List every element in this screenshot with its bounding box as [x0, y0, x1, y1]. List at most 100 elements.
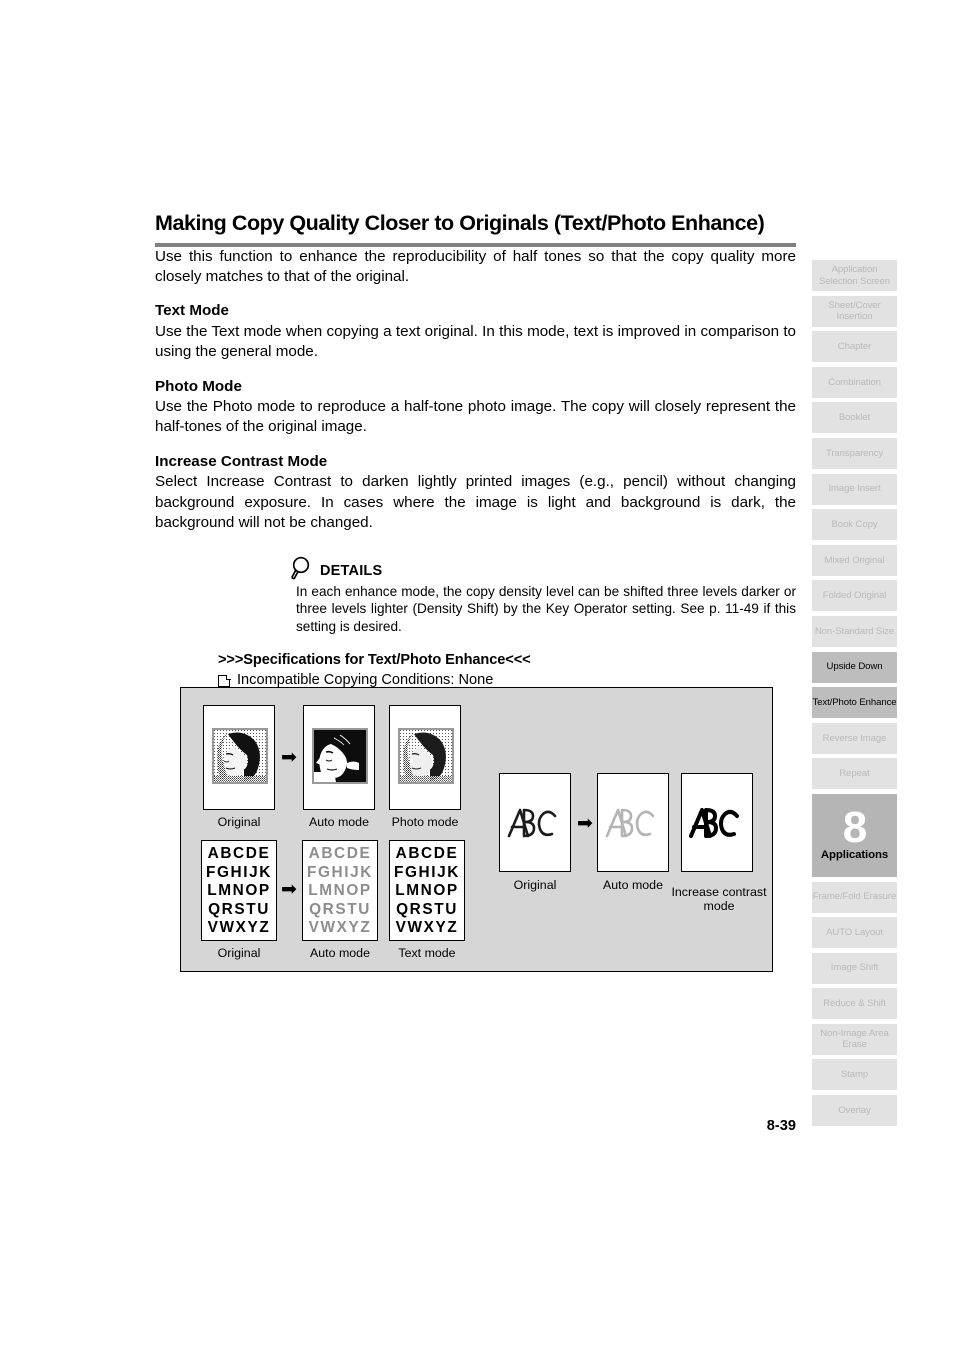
halftone-photo-original [212, 728, 268, 784]
specifications-item: Incompatible Copying Conditions: None [218, 672, 796, 688]
sidebar-tab-image-shift[interactable]: Image Shift [812, 952, 897, 984]
sidebar-tab-application-selection-screen[interactable]: Application Selection Screen [812, 260, 897, 291]
chapter-number: 8 [842, 802, 868, 852]
sidebar-tab-book-copy[interactable]: Book Copy [812, 509, 897, 541]
document-content: Making Copy Quality Closer to Originals … [155, 211, 796, 688]
intro-paragraph: Use this function to enhance the reprodu… [155, 247, 796, 286]
figure-card-alpha-original: ABCDE FGHIJK LMNOP QRSTU VWXYZ [201, 840, 277, 941]
sidebar-tab-label: Folded Original [822, 590, 887, 602]
alpha-line: FGHIJK [205, 863, 273, 881]
sidebar-tab-label: Image Insert [828, 483, 881, 495]
alpha-line: LMNOP [308, 882, 372, 899]
details-header: DETAILS [290, 556, 796, 580]
sidebar-tab-overlay[interactable]: Overlay [812, 1095, 897, 1127]
specifications-item-text: Incompatible Copying Conditions: None [237, 672, 494, 689]
arrow-icon: ➡ [281, 878, 297, 900]
figure-caption: Original [513, 878, 557, 892]
portrait-halftone-photo-mode [400, 730, 452, 782]
section-heading: Photo Mode [155, 377, 242, 395]
handwritten-abc-original [507, 808, 557, 838]
sidebar-tab-frame-fold-erasure[interactable]: Frame/Fold Erasure [812, 881, 897, 913]
sidebar-tab-auto-layout[interactable]: AUTO Layout [812, 917, 897, 949]
figure-caption: Increase contrast mode [671, 885, 767, 913]
arrow-icon: ➡ [577, 812, 593, 834]
alpha-line: ABCDE [395, 845, 459, 862]
details-note: DETAILS In each enhance mode, the copy d… [290, 556, 796, 636]
alpha-line: LMNOP [207, 882, 271, 899]
section-heading: Increase Contrast Mode [155, 452, 328, 470]
sidebar-tab-transparency[interactable]: Transparency [812, 437, 897, 469]
handwritten-abc-auto [605, 808, 655, 838]
sidebar-tab-label: Text/Photo Enhance [812, 696, 897, 708]
sidebar-tab-label: Mixed Original [824, 554, 885, 566]
alpha-line: LMNOP [395, 882, 459, 899]
magnifier-icon [290, 556, 313, 580]
figure-caption: Original [217, 946, 261, 960]
alpha-line: QRSTU [309, 900, 371, 918]
section-increase-contrast-mode: Increase Contrast Mode Select Increase C… [155, 452, 796, 534]
sidebar-tab-sheet-cover-insertion[interactable]: Sheet/Cover Insertion [812, 295, 897, 327]
sidebar-tab-upside-down[interactable]: Upside Down [812, 651, 897, 683]
figure-caption: Auto mode [603, 878, 663, 892]
handwritten-abc-increase-contrast [689, 808, 739, 838]
sidebar-tab-stamp[interactable]: Stamp [812, 1059, 897, 1091]
sidebar-tab-label: AUTO Layout [826, 926, 883, 938]
sidebar-tab-label: Application Selection Screen [819, 264, 890, 287]
page-title: Making Copy Quality Closer to Originals … [155, 211, 765, 235]
figure-card-alpha-text-mode: ABCDE FGHIJK LMNOP QRSTU VWXYZ [389, 840, 465, 941]
figure-card-photo-original [203, 705, 275, 810]
alpha-line: QRSTU [396, 900, 458, 918]
alpha-line: VWXYZ [395, 919, 459, 936]
figure-caption: Original [217, 815, 261, 829]
alpha-line: ABCDE [308, 845, 372, 862]
sidebar-tab-label: Reverse Image [822, 732, 887, 744]
sidebar-tab-image-insert[interactable]: Image Insert [812, 473, 897, 505]
specifications-title: >>>Specifications for Text/Photo Enhance… [218, 652, 531, 669]
chapter-marker: 8 Applications [812, 793, 897, 877]
figure-caption: Auto mode [310, 946, 370, 960]
sidebar-tab-label: Upside Down [826, 661, 883, 673]
figure-card-abc-auto [597, 773, 669, 872]
section-body: Select Increase Contrast to darken light… [155, 473, 796, 532]
alpha-line: FGHIJK [393, 863, 461, 881]
sidebar-tab-booklet[interactable]: Booklet [812, 402, 897, 434]
sidebar-tab-label: Book Copy [831, 518, 878, 530]
sidebar-tab-label: Chapter [837, 340, 872, 352]
alpha-line: VWXYZ [308, 919, 372, 936]
section-heading: Text Mode [155, 302, 229, 320]
sidebar-tab-combination[interactable]: Combination [812, 366, 897, 398]
sidebar-tab-reverse-image[interactable]: Reverse Image [812, 722, 897, 754]
sidebar-tab-reduce-shift[interactable]: Reduce & Shift [812, 988, 897, 1020]
specifications-block: >>>Specifications for Text/Photo Enhance… [218, 652, 796, 688]
arrow-icon: ➡ [281, 746, 297, 768]
halftone-photo-photo-mode [398, 728, 454, 784]
page-number: 8-39 [766, 1118, 796, 1134]
sidebar-tab-label: Stamp [840, 1069, 869, 1081]
section-body: Use the Photo mode to reproduce a half-t… [155, 398, 796, 436]
halftone-photo-auto [312, 728, 368, 784]
sidebar-tab-repeat[interactable]: Repeat [812, 758, 897, 790]
figure-card-abc-increase-contrast [681, 773, 753, 872]
sidebar-tab-label: Overlay [838, 1104, 871, 1116]
sidebar-tab-mixed-original[interactable]: Mixed Original [812, 544, 897, 576]
figure-card-photo-photo-mode [389, 705, 461, 810]
illustration-panel: Original ➡ Auto mode Photo mode ABCDE FG… [180, 687, 773, 972]
section-text-mode: Text Mode Use the Text mode when copying… [155, 301, 796, 362]
alpha-line: QRSTU [208, 900, 270, 918]
sidebar-tab-label: Combination [828, 376, 881, 388]
sidebar-tab-label: Non-Image Area Erase [820, 1027, 889, 1051]
sidebar-tab-label: Transparency [825, 447, 884, 459]
sidebar-tab-label: Non-Standard Size [814, 625, 895, 637]
sidebar-tab-non-image-area-erase[interactable]: Non-Image Area Erase [812, 1023, 897, 1055]
alpha-line: ABCDE [207, 845, 271, 862]
section-photo-mode: Photo Mode Use the Photo mode to reprodu… [155, 377, 796, 438]
sidebar-tab-chapter[interactable]: Chapter [812, 331, 897, 363]
sidebar-tab-folded-original[interactable]: Folded Original [812, 580, 897, 612]
sidebar-tab-text-photo-enhance[interactable]: Text/Photo Enhance [812, 687, 897, 719]
section-body: Use the Text mode when copying a text or… [155, 322, 796, 361]
details-body: In each enhance mode, the copy density l… [296, 583, 796, 634]
figure-caption: Photo mode [391, 815, 459, 829]
figure-caption: Text mode [398, 946, 456, 960]
portrait-highcontrast-auto [314, 730, 366, 782]
sidebar-tab-non-standard-size[interactable]: Non-Standard Size [812, 615, 897, 647]
